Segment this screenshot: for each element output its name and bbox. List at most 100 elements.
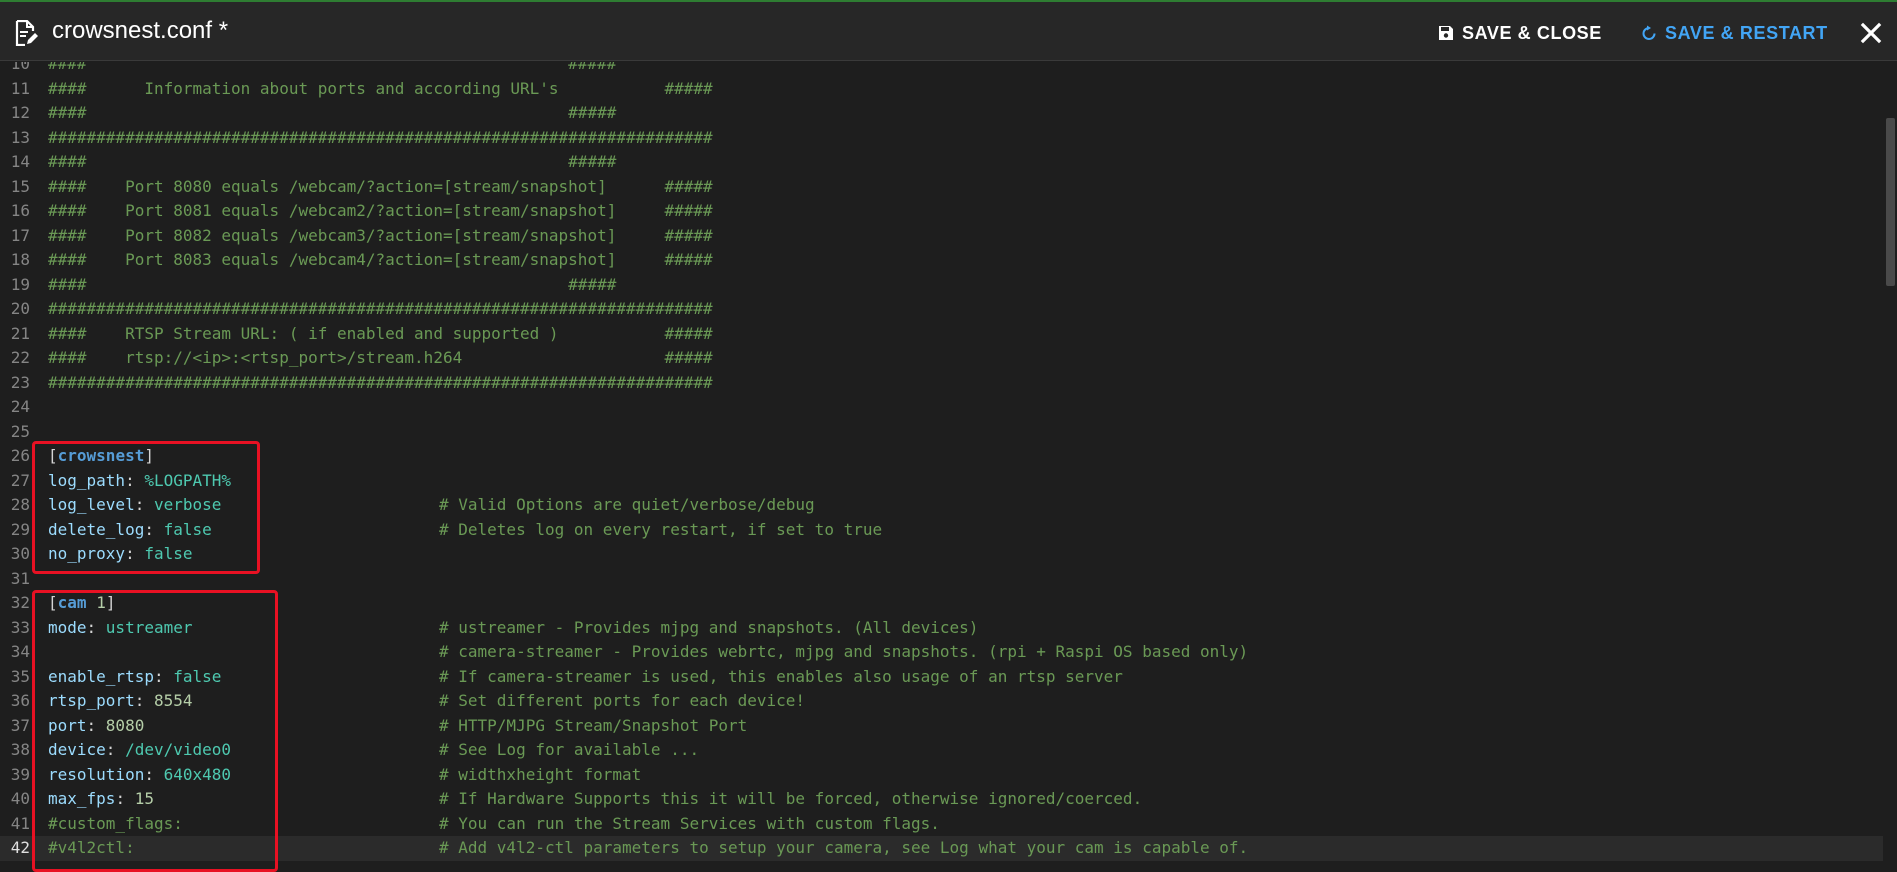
section-header: [cam 1] — [48, 593, 116, 612]
config-key: enable_rtsp — [48, 666, 154, 686]
line-number: 36 — [10, 691, 30, 710]
code-line[interactable]: 20 ######################################… — [0, 297, 1897, 322]
line-number: 21 — [10, 323, 30, 343]
code-line[interactable]: 28 log_level: verbose # Valid Options are … — [0, 493, 1897, 518]
line-number: 11 — [10, 78, 30, 98]
save-restart-label: SAVE & RESTART — [1665, 22, 1828, 43]
inline-comment: # If camera-streamer is used, this enabl… — [439, 666, 1123, 686]
comment-text: #### ##### — [48, 152, 617, 171]
code-line[interactable]: 40 max_fps: 15 # If Hardware Supports this… — [0, 787, 1897, 812]
comment-text: #### Port 8083 equals /webcam4/?action=[… — [48, 250, 713, 269]
code-line[interactable]: 24 — [0, 395, 1897, 420]
comment-text: #### ##### — [48, 62, 617, 73]
code-line[interactable]: 27 log_path: %LOGPATH% — [0, 469, 1897, 494]
line-number: 19 — [10, 274, 30, 294]
section-index: 1 — [96, 593, 106, 612]
inline-comment: # See Log for available ... — [439, 740, 700, 759]
config-value: verbose — [153, 495, 222, 514]
config-key: device — [48, 740, 106, 759]
code-line[interactable]: 39 resolution: 640x480 # widthxheight form… — [0, 763, 1897, 788]
save-close-button[interactable]: SAVE & CLOSE — [1438, 20, 1602, 46]
comment-text: #### Port 8082 equals /webcam3/?action=[… — [48, 225, 713, 245]
key-separator: : — [134, 495, 154, 514]
code-line[interactable]: 14 #### ##### — [0, 150, 1897, 175]
comment-text: #### ##### — [48, 274, 617, 294]
line-number: 34 — [10, 642, 30, 661]
config-entry: device: /dev/video0 — [48, 738, 231, 763]
comment-text: ########################################… — [48, 127, 713, 147]
line-number: 40 — [10, 789, 30, 808]
config-entry: mode: ustreamer — [48, 616, 193, 641]
code-line[interactable]: 37 port: 8080 # HTTP/MJPG Stream/Snapshot … — [0, 714, 1897, 739]
code-line[interactable]: 10 #### ##### — [0, 62, 1897, 77]
code-line[interactable]: 19 #### ##### — [0, 273, 1897, 298]
line-number: 16 — [10, 201, 30, 220]
line-number: 18 — [10, 250, 30, 269]
key-separator: : — [134, 691, 154, 710]
line-number: 24 — [10, 397, 30, 416]
config-entry: max_fps: 15 — [48, 787, 154, 812]
line-number: 12 — [10, 103, 30, 122]
code-line[interactable]: 32 [cam 1] — [0, 591, 1897, 616]
inline-comment: # You can run the Stream Services with c… — [439, 813, 940, 833]
line-number: 28 — [10, 495, 30, 514]
line-number: 35 — [10, 666, 30, 686]
code-line[interactable]: 42 #v4l2ctl: # Add v4l2-ctl parameters to … — [0, 836, 1897, 861]
config-key: no_proxy — [48, 544, 126, 563]
comment-text: #### rtsp://<ip>:<rtsp_port>/stream.h264… — [48, 348, 713, 367]
editor-scrollbar-thumb[interactable] — [1886, 118, 1895, 286]
code-line[interactable]: 41 #custom_flags: # You can run the Stream… — [0, 812, 1897, 837]
code-line[interactable]: 31 — [0, 567, 1897, 592]
code-line[interactable]: 33 mode: ustreamer # ustreamer - Provides … — [0, 616, 1897, 641]
code-line[interactable]: 22 #### rtsp://<ip>:<rtsp_port>/stream.h2… — [0, 346, 1897, 371]
config-value: /dev/video0 — [125, 740, 232, 759]
code-line[interactable]: 34 # camera-streamer - Provides webrtc, m… — [0, 640, 1897, 665]
config-key: delete_log — [48, 519, 145, 539]
code-editor[interactable]: 10 #### ##### 11 #### Information about por… — [0, 62, 1897, 871]
code-line[interactable]: 13 ######################################… — [0, 126, 1897, 151]
section-header: [crowsnest] — [48, 446, 154, 465]
close-icon[interactable] — [1860, 22, 1882, 44]
inline-comment: # Deletes log on every restart, if set t… — [439, 519, 883, 539]
code-line[interactable]: 18 #### Port 8083 equals /webcam4/?action… — [0, 248, 1897, 273]
config-entry: delete_log: false — [48, 518, 212, 543]
config-value: 8080 — [105, 715, 145, 735]
code-line[interactable]: 23 ######################################… — [0, 371, 1897, 396]
key-separator: : — [115, 789, 135, 808]
key-separator: : — [144, 519, 164, 539]
config-key: max_fps — [48, 789, 116, 808]
config-entry: no_proxy: false — [48, 542, 193, 567]
code-line[interactable]: 25 — [0, 420, 1897, 445]
section-name: cam — [57, 593, 87, 612]
inline-comment: # Valid Options are quiet/verbose/debug — [439, 495, 815, 514]
comment-text: ########################################… — [48, 372, 713, 392]
code-line[interactable]: 29 delete_log: false # Deletes log on ever… — [0, 518, 1897, 543]
commented-entry: #v4l2ctl: — [48, 838, 135, 857]
config-key: mode — [48, 617, 87, 637]
line-number: 26 — [10, 446, 30, 465]
code-line[interactable]: 36 rtsp_port: 8554 # Set different ports f… — [0, 689, 1897, 714]
config-entry: log_level: verbose — [48, 493, 221, 518]
code-line[interactable]: 16 #### Port 8081 equals /webcam2/?action… — [0, 199, 1897, 224]
code-line[interactable]: 17 #### Port 8082 equals /webcam3/?action… — [0, 224, 1897, 249]
config-value: ustreamer — [105, 617, 193, 637]
file-title: crowsnest.conf * — [52, 17, 229, 44]
code-line[interactable]: 38 device: /dev/video0 # See Log for avail… — [0, 738, 1897, 763]
inline-comment: # ustreamer - Provides mjpg and snapshot… — [439, 617, 979, 637]
code-line[interactable]: 11 #### Information about ports and accor… — [0, 77, 1897, 102]
config-key: resolution — [48, 764, 145, 784]
line-number: 41 — [10, 813, 30, 833]
line-number: 23 — [10, 372, 30, 392]
line-number: 42 — [10, 838, 30, 857]
code-line[interactable]: 26 [crowsnest] — [0, 444, 1897, 469]
key-separator: : — [86, 617, 106, 637]
code-line[interactable]: 21 #### RTSP Stream URL: ( if enabled and… — [0, 322, 1897, 347]
code-line[interactable]: 30 no_proxy: false — [0, 542, 1897, 567]
code-line[interactable]: 12 #### ##### — [0, 101, 1897, 126]
code-line[interactable]: 35 enable_rtsp: false # If camera-streamer… — [0, 665, 1897, 690]
line-number: 10 — [10, 62, 30, 73]
save-restart-button[interactable]: SAVE & RESTART — [1641, 20, 1828, 46]
line-number: 30 — [10, 544, 30, 563]
code-line[interactable]: 15 #### Port 8080 equals /webcam/?action=… — [0, 175, 1897, 200]
config-key: port — [48, 715, 87, 735]
